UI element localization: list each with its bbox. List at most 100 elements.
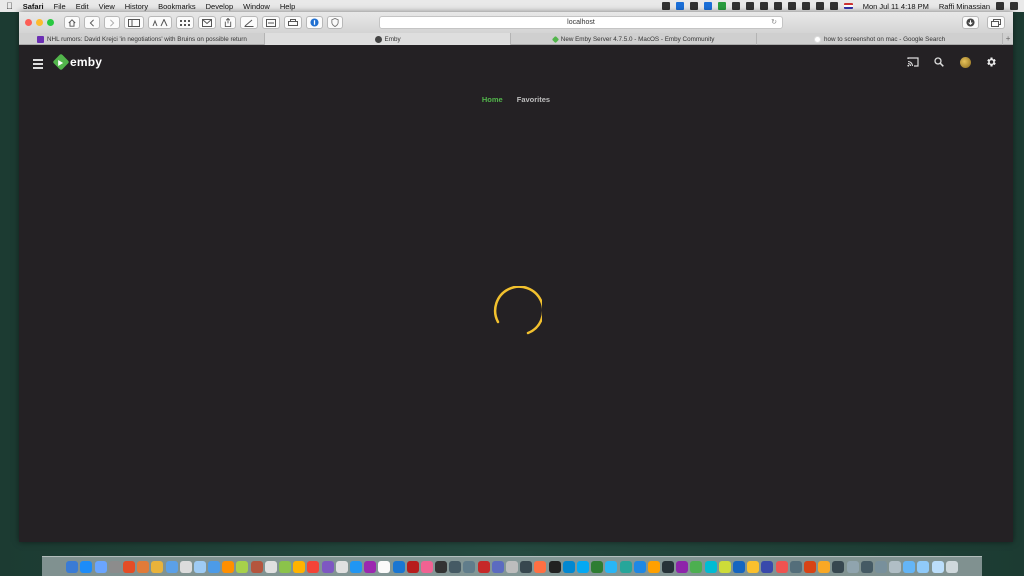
menu-help[interactable]: Help: [280, 2, 295, 11]
dock-app-icon[interactable]: [761, 560, 774, 573]
dock-app-icon[interactable]: [151, 560, 164, 573]
dropbox-status-icon[interactable]: [675, 2, 684, 10]
onepassword-button[interactable]: [306, 16, 323, 29]
bing-status-icon[interactable]: [689, 2, 698, 10]
time-machine-icon[interactable]: [801, 2, 810, 10]
wifi-icon[interactable]: [787, 2, 796, 10]
dock-app-icon[interactable]: [236, 560, 249, 573]
menu-app-name[interactable]: Safari: [23, 2, 44, 11]
dock-app-icon[interactable]: [534, 560, 547, 573]
settings-gear-icon[interactable]: [985, 56, 997, 68]
menu-develop[interactable]: Develop: [206, 2, 234, 11]
dock-app-icon[interactable]: [605, 560, 618, 573]
dock-app-icon[interactable]: [718, 560, 731, 573]
mail-button[interactable]: [198, 16, 216, 29]
tab-home[interactable]: Home: [482, 95, 503, 104]
dock-app-icon[interactable]: [775, 560, 788, 573]
volume-icon[interactable]: [829, 2, 838, 10]
dock-app-icon[interactable]: [803, 560, 816, 573]
dock-app-icon[interactable]: [165, 560, 178, 573]
dock-app-icon[interactable]: [860, 560, 873, 573]
bluetooth-icon[interactable]: [773, 2, 782, 10]
dock-app-icon[interactable]: [889, 560, 902, 573]
apple-menu-icon[interactable]: : [6, 1, 13, 11]
tools-status-icon[interactable]: [745, 2, 754, 10]
zoom-window-button[interactable]: [47, 19, 54, 26]
menu-bookmarks[interactable]: Bookmarks: [158, 2, 196, 11]
dock-app-icon[interactable]: [874, 560, 887, 573]
new-tab-button[interactable]: +: [1003, 33, 1013, 44]
dock-app-icon[interactable]: [463, 560, 476, 573]
tab-overview-button[interactable]: [987, 16, 1005, 29]
downloads-button[interactable]: [962, 16, 979, 29]
malwarebytes-status-icon[interactable]: [703, 2, 712, 10]
minimize-window-button[interactable]: [36, 19, 43, 26]
dock-app-icon[interactable]: [94, 560, 107, 573]
dock-app-icon[interactable]: [520, 560, 533, 573]
dock-app-icon[interactable]: [562, 560, 575, 573]
dock-app-icon[interactable]: [832, 560, 845, 573]
menu-view[interactable]: View: [99, 2, 115, 11]
menu-window[interactable]: Window: [243, 2, 270, 11]
dock-app-icon[interactable]: [619, 560, 632, 573]
dock-app-icon[interactable]: [250, 560, 263, 573]
dock-app-icon[interactable]: [690, 560, 703, 573]
dock-app-icon[interactable]: [80, 560, 93, 573]
dock-app-icon[interactable]: [662, 560, 675, 573]
close-window-button[interactable]: [25, 19, 32, 26]
dock-app-icon[interactable]: [349, 560, 362, 573]
dock-app-icon[interactable]: [122, 560, 135, 573]
cloud-status-icon[interactable]: [759, 2, 768, 10]
menu-hamburger-icon[interactable]: [33, 59, 43, 71]
dock-app-icon[interactable]: [264, 560, 277, 573]
dock-app-icon[interactable]: [548, 560, 561, 573]
notification-center-icon[interactable]: [1010, 2, 1018, 10]
dock-app-icon[interactable]: [392, 560, 405, 573]
dock-app-icon[interactable]: [846, 560, 859, 573]
dock-app-icon[interactable]: [293, 560, 306, 573]
menubar-user[interactable]: Raffi Minassian: [939, 2, 990, 11]
input-source-flag-icon[interactable]: [843, 3, 853, 9]
airdrop-status-icon[interactable]: [661, 2, 670, 10]
dock-app-icon[interactable]: [747, 560, 760, 573]
dock-app-icon[interactable]: [279, 560, 291, 573]
dock-app-icon[interactable]: [506, 560, 518, 573]
dock-app-icon[interactable]: [66, 560, 79, 573]
dock-app-icon[interactable]: [931, 560, 944, 573]
dock-app-icon[interactable]: [733, 560, 745, 573]
dock-app-icon[interactable]: [321, 560, 334, 573]
dock-app-icon[interactable]: [449, 560, 462, 573]
spotlight-search-icon[interactable]: [996, 2, 1004, 10]
cast-icon[interactable]: [907, 56, 919, 68]
dock-app-icon[interactable]: [633, 560, 646, 573]
sidebar-toggle-button[interactable]: [124, 16, 144, 29]
search-icon[interactable]: [933, 56, 945, 68]
back-button[interactable]: [84, 16, 100, 29]
dock-app-icon[interactable]: [903, 560, 916, 573]
dock-app-icon[interactable]: [193, 560, 206, 573]
dock-app-icon[interactable]: [704, 560, 717, 573]
emby-status-icon[interactable]: [717, 2, 726, 10]
browser-tab-google[interactable]: how to screenshot on mac - Google Search: [757, 33, 1004, 45]
browser-tab-emby[interactable]: Emby: [265, 33, 512, 45]
browser-tab-nhl[interactable]: NHL rumors: David Krejci 'in negotiation…: [19, 33, 266, 45]
menu-file[interactable]: File: [54, 2, 66, 11]
dock-app-icon[interactable]: [917, 560, 930, 573]
forward-button[interactable]: [104, 16, 120, 29]
text-size-button[interactable]: [148, 16, 172, 29]
reader-button[interactable]: [262, 16, 280, 29]
chevron-status-icon[interactable]: [731, 2, 740, 10]
tab-favorites[interactable]: Favorites: [517, 95, 550, 104]
menu-history[interactable]: History: [125, 2, 148, 11]
address-bar[interactable]: localhost ↻: [379, 16, 783, 29]
dock-app-icon[interactable]: [491, 560, 504, 573]
dock-app-icon[interactable]: [378, 560, 391, 573]
share-button[interactable]: [220, 16, 236, 29]
dock-app-icon[interactable]: [576, 560, 589, 573]
dock-app-icon[interactable]: [435, 560, 448, 573]
dock-app-icon[interactable]: [108, 560, 121, 573]
dock-app-icon[interactable]: [676, 560, 689, 573]
ghostery-button[interactable]: [327, 16, 343, 29]
dock-app-icon[interactable]: [945, 560, 958, 573]
print-button[interactable]: [284, 16, 302, 29]
